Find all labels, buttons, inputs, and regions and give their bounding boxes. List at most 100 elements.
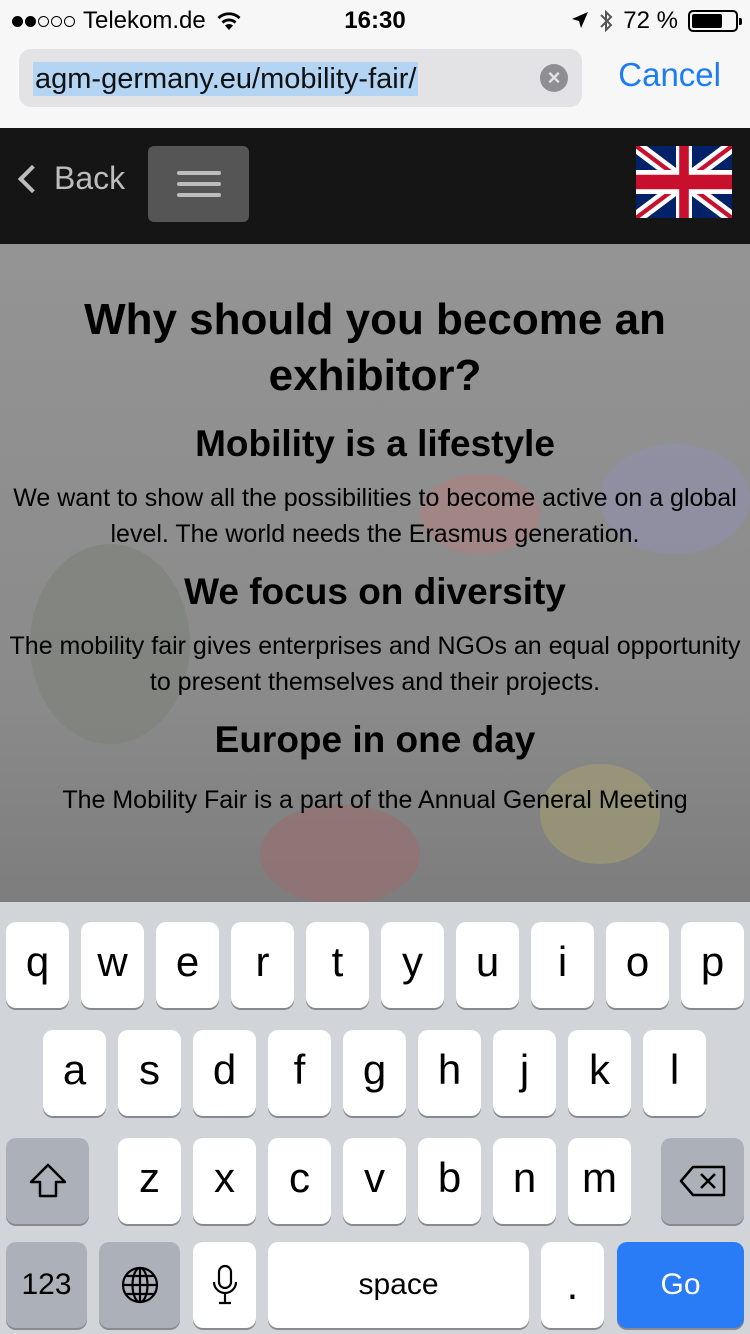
key-label: q: [25, 938, 50, 985]
content-text: Why should you become an exhibitor? Mobi…: [0, 244, 750, 818]
chevron-left-icon: [17, 164, 47, 193]
key-r[interactable]: r: [231, 922, 294, 1008]
back-label: Back: [54, 160, 126, 196]
page-content: Why should you become an exhibitor? Mobi…: [0, 244, 750, 902]
key-label: d: [212, 1046, 237, 1093]
globe-icon: [121, 1266, 158, 1304]
key-v[interactable]: v: [343, 1138, 406, 1224]
delete-key[interactable]: [661, 1138, 744, 1224]
url-text[interactable]: agm-germany.eu/mobility-fair/: [33, 62, 419, 96]
section-heading: Mobility is a lifestyle: [195, 423, 555, 464]
battery-level: [692, 14, 723, 28]
globe-key[interactable]: [99, 1242, 180, 1328]
section-text: We want to show all the possibilities to…: [13, 484, 737, 548]
key-z[interactable]: z: [118, 1138, 181, 1224]
section-text: The mobility fair gives enterprises and …: [9, 632, 741, 696]
space-key-label: space: [358, 1268, 439, 1301]
key-label: c: [289, 1154, 310, 1201]
clear-icon[interactable]: ×: [540, 64, 568, 92]
menu-line: [177, 193, 221, 197]
hamburger-menu-button[interactable]: [148, 146, 249, 222]
shift-icon: [29, 1163, 66, 1198]
microphone-icon: [212, 1264, 237, 1305]
key-f[interactable]: f: [268, 1030, 331, 1116]
key-i[interactable]: i: [531, 922, 594, 1008]
key-k[interactable]: k: [568, 1030, 631, 1116]
url-input[interactable]: agm-germany.eu/mobility-fair/ ×: [19, 49, 582, 107]
key-a[interactable]: a: [43, 1030, 106, 1116]
section-heading: We focus on diversity: [184, 571, 566, 612]
key-o[interactable]: o: [606, 922, 669, 1008]
menu-line: [177, 182, 221, 186]
key-label: b: [437, 1154, 462, 1201]
key-label: x: [214, 1154, 235, 1201]
numbers-key[interactable]: 123: [6, 1242, 87, 1328]
key-label: e: [175, 938, 200, 985]
key-c[interactable]: c: [268, 1138, 331, 1224]
key-label: i: [557, 938, 568, 985]
period-key[interactable]: .: [541, 1242, 604, 1328]
key-label: m: [582, 1154, 617, 1201]
go-key[interactable]: Go: [617, 1242, 744, 1328]
onscreen-keyboard: 123 space . Go qwe r t y u i o p a s d f g h j k l z x c v b n…: [0, 902, 750, 1334]
key-label: w: [97, 938, 128, 985]
key-u[interactable]: u: [456, 922, 519, 1008]
key-label: t: [331, 938, 344, 985]
site-navbar: Back: [0, 128, 750, 244]
key-label: r: [255, 938, 270, 985]
key-label: y: [402, 938, 423, 985]
key-label: v: [364, 1154, 385, 1201]
battery-percent: 72 %: [623, 7, 678, 34]
battery-icon: [688, 10, 742, 32]
key-y[interactable]: y: [381, 922, 444, 1008]
key-x[interactable]: x: [193, 1138, 256, 1224]
section-text: The Mobility Fair is a part of the Annua…: [62, 786, 688, 814]
status-right: 72 %: [561, 7, 742, 35]
period-key-label: .: [566, 1261, 579, 1308]
key-e[interactable]: e: [156, 922, 219, 1008]
key-label: s: [139, 1046, 160, 1093]
key-label: a: [62, 1046, 87, 1093]
key-b[interactable]: b: [418, 1138, 481, 1224]
key-q[interactable]: q: [6, 922, 69, 1008]
space-key[interactable]: space: [268, 1242, 529, 1328]
key-n[interactable]: n: [493, 1138, 556, 1224]
bluetooth-icon: [600, 9, 613, 33]
key-label: k: [589, 1046, 610, 1093]
background-photo-detail: [260, 804, 420, 902]
key-label: j: [519, 1046, 530, 1093]
section-heading: Europe in one day: [214, 719, 536, 760]
numbers-key-label: 123: [21, 1268, 72, 1301]
key-label: u: [475, 938, 500, 985]
key-label: n: [512, 1154, 537, 1201]
key-g[interactable]: g: [343, 1030, 406, 1116]
cancel-button[interactable]: Cancel: [618, 56, 721, 94]
key-label: p: [700, 938, 725, 985]
browser-toolbar: agm-germany.eu/mobility-fair/ × Cancel: [0, 40, 750, 128]
key-t[interactable]: t: [306, 922, 369, 1008]
key-s[interactable]: s: [118, 1030, 181, 1116]
key-label: g: [362, 1046, 387, 1093]
key-j[interactable]: j: [493, 1030, 556, 1116]
key-label: z: [139, 1154, 160, 1201]
key-label: f: [293, 1046, 306, 1093]
back-button[interactable]: Back: [14, 160, 125, 197]
key-p[interactable]: p: [681, 922, 744, 1008]
go-key-label: Go: [660, 1268, 701, 1301]
uk-flag-icon[interactable]: [636, 146, 732, 218]
backspace-icon: [679, 1165, 725, 1197]
key-l[interactable]: l: [643, 1030, 706, 1116]
menu-line: [177, 171, 221, 175]
key-label: l: [669, 1046, 680, 1093]
page-title: Why should you become an exhibitor?: [84, 295, 666, 400]
key-label: h: [437, 1046, 462, 1093]
key-label: o: [625, 938, 650, 985]
shift-key[interactable]: [6, 1138, 89, 1224]
key-h[interactable]: h: [418, 1030, 481, 1116]
status-bar: Telekom.de 16:30 72 %: [0, 0, 750, 40]
dictation-key[interactable]: [193, 1242, 256, 1328]
key-w[interactable]: w: [81, 922, 144, 1008]
key-m[interactable]: m: [568, 1138, 631, 1224]
key-d[interactable]: d: [193, 1030, 256, 1116]
location-arrow-icon: [572, 12, 589, 28]
